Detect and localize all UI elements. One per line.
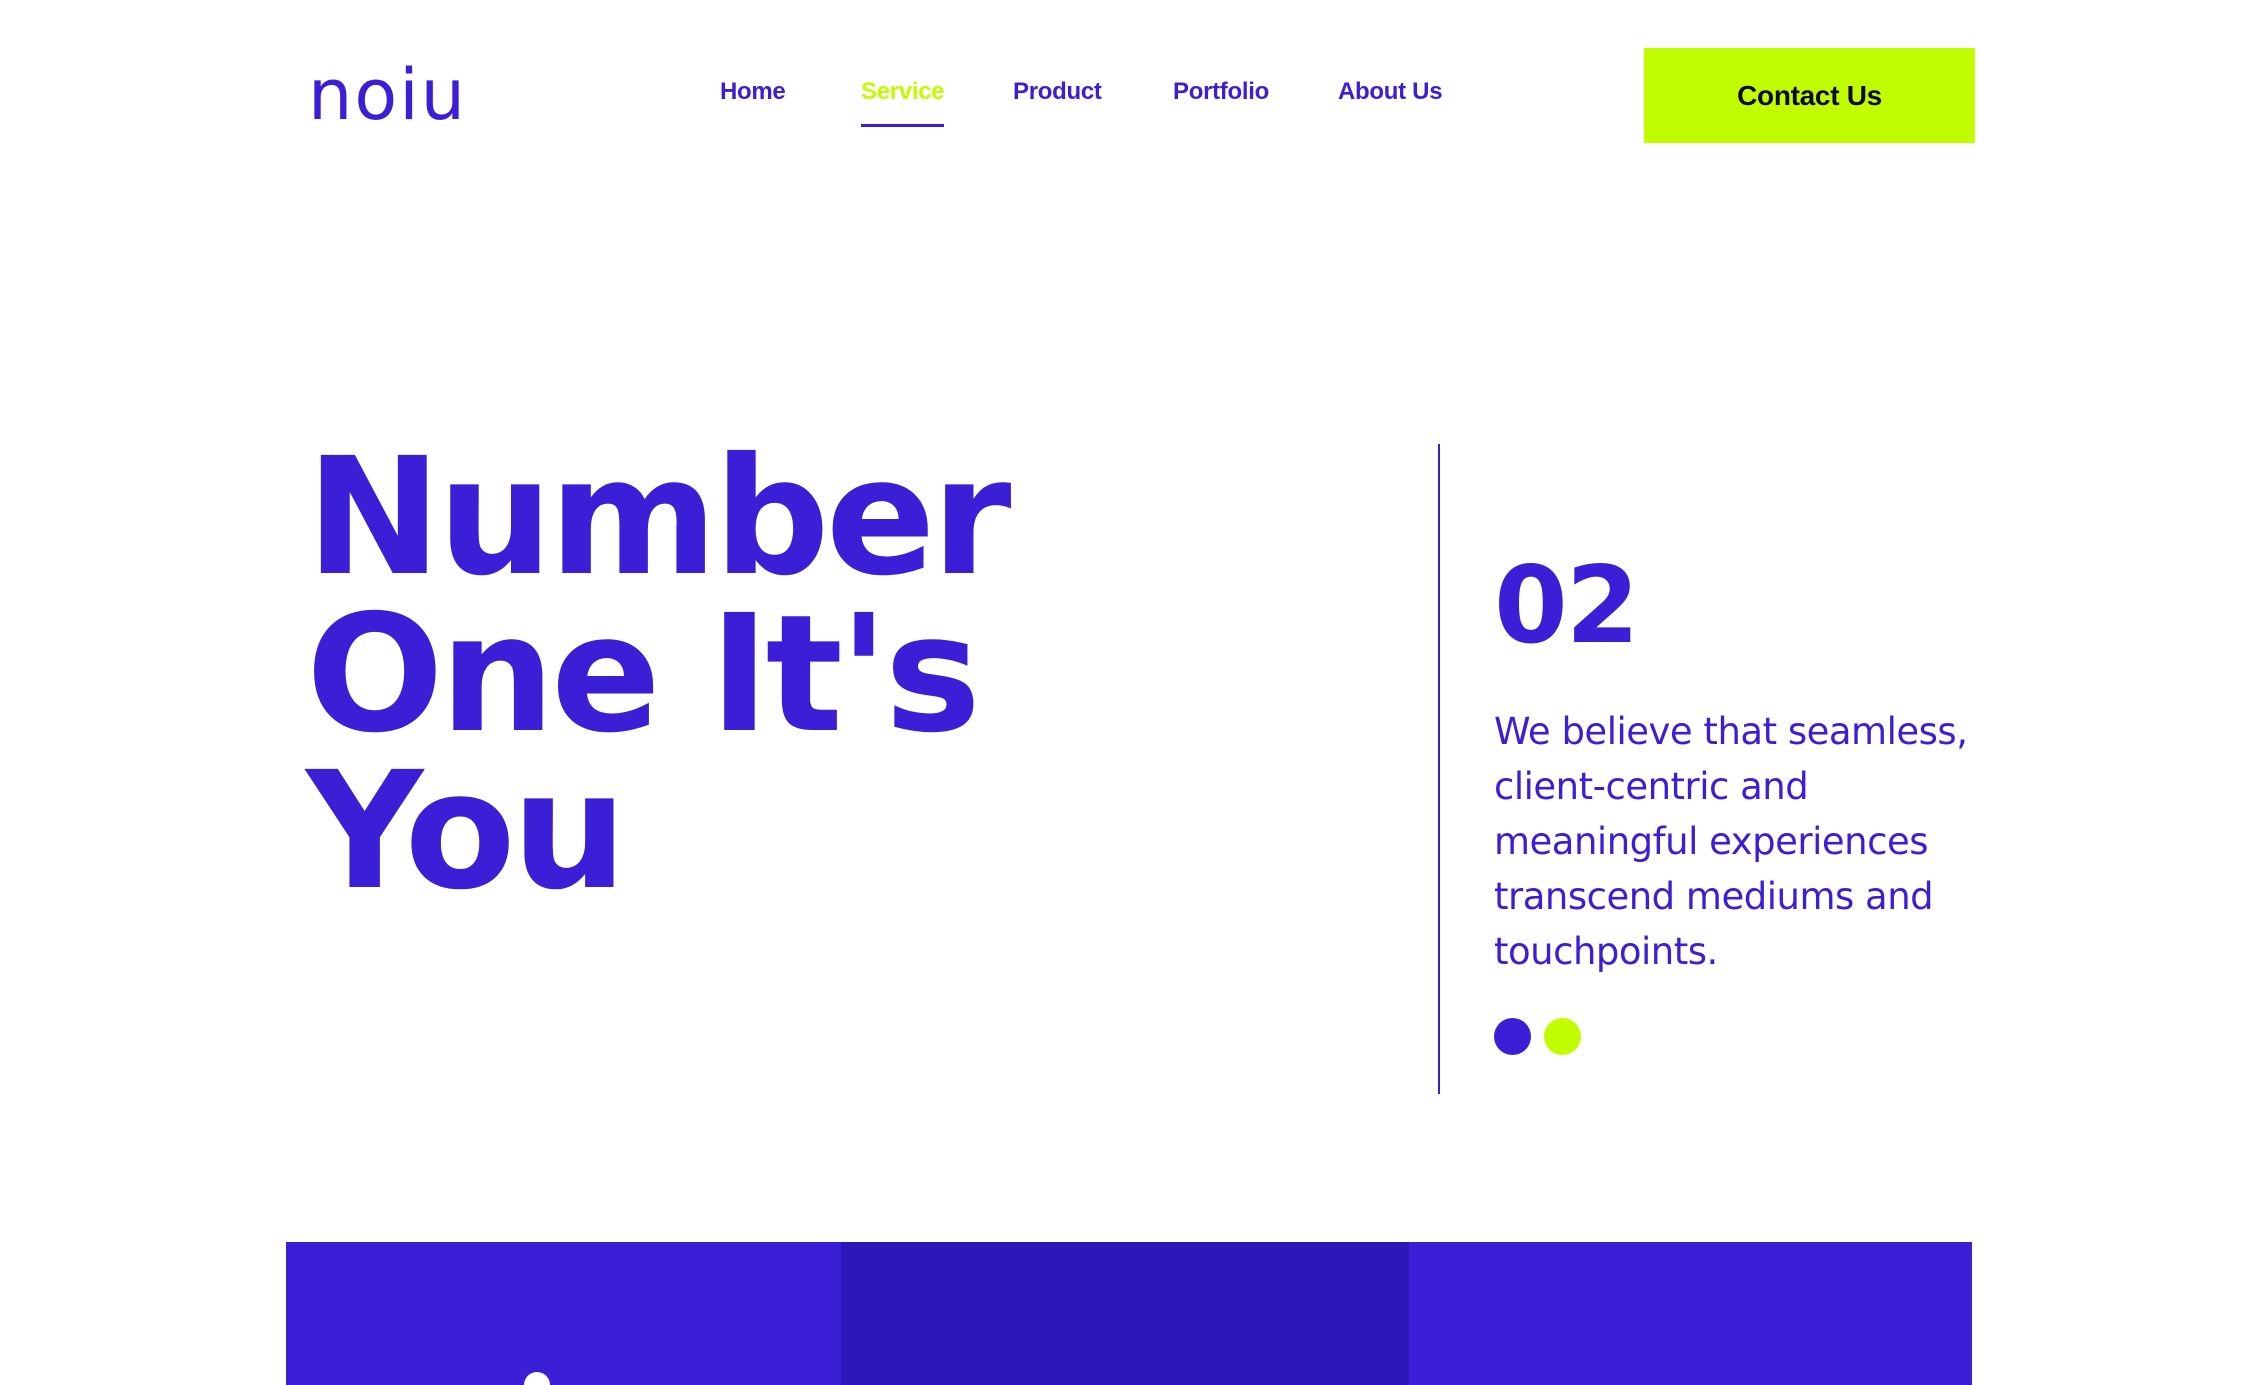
vertical-divider [1438, 444, 1440, 1094]
nav-item-portfolio[interactable]: Portfolio [1173, 78, 1269, 106]
hero-title-line-2: One It's [306, 581, 981, 769]
feature-panel-1 [286, 1242, 841, 1385]
nav-item-product[interactable]: Product [1013, 78, 1102, 106]
feature-panel-3 [1409, 1242, 1972, 1385]
hero-title-line-3: You [306, 738, 627, 926]
active-nav-underline [861, 124, 945, 127]
panel-dot-icon [524, 1372, 550, 1385]
slider-dot-2[interactable] [1544, 1018, 1581, 1055]
slider-dots [1494, 1018, 1581, 1055]
slider-dot-1[interactable] [1494, 1018, 1531, 1055]
hero-title-line-1: Number [306, 424, 1011, 612]
hero-description: We believe that seamless, client-centric… [1494, 710, 1968, 973]
contact-us-button[interactable]: Contact Us [1644, 48, 1975, 143]
logo[interactable]: noiu [308, 60, 465, 130]
hero-title: Number One It's You [306, 424, 1206, 926]
nav-item-home[interactable]: Home [720, 78, 786, 106]
nav-item-service-label: Service [861, 78, 945, 105]
slide-number: 02 [1494, 544, 1640, 667]
nav-item-service[interactable]: Service [861, 78, 945, 127]
logo-text: noiu [308, 54, 468, 136]
feature-panel-2 [841, 1242, 1409, 1385]
nav-item-about-us[interactable]: About Us [1338, 78, 1443, 106]
page: noiu Home Service Product Portfolio Abou… [0, 0, 2258, 1385]
